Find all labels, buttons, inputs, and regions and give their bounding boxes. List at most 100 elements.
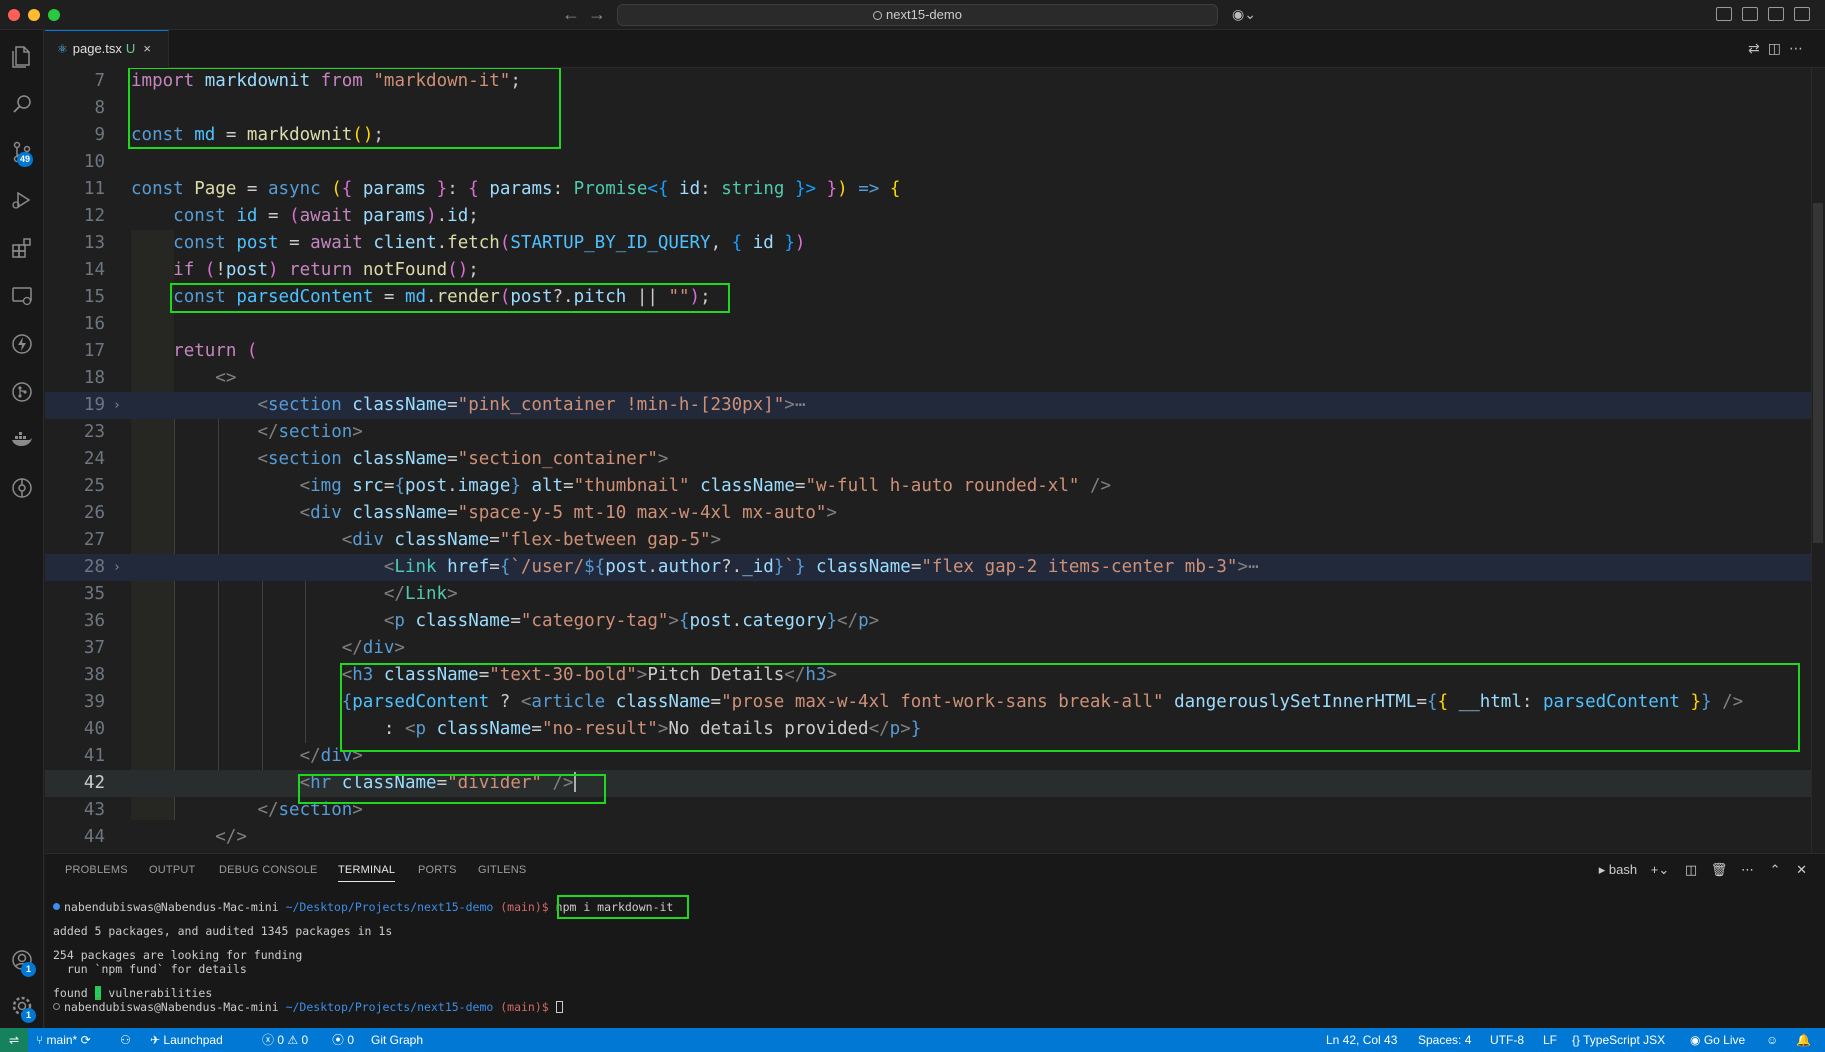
close-window-button[interactable] — [8, 9, 20, 21]
go-live-button[interactable]: ◉ Go Live — [1690, 1028, 1745, 1052]
code-line: 17 return ( — [45, 338, 1825, 365]
line-number: 12 — [83, 206, 105, 226]
split-terminal-icon[interactable]: ◫ — [1685, 862, 1697, 877]
code-line: 8 — [45, 95, 1825, 122]
ports-indicator[interactable]: ⦿ 0 — [332, 1028, 354, 1052]
copilot-icon[interactable]: ◉⌄ — [1232, 6, 1256, 23]
line-number: 36 — [83, 611, 105, 631]
go-live-label: Go Live — [1703, 1033, 1746, 1047]
prompt-status-dot — [53, 1003, 60, 1010]
code-editor[interactable]: 7 import markdownit from "markdown-it"; 8… — [45, 68, 1825, 853]
editor-scrollbar[interactable] — [1811, 68, 1825, 853]
maximize-window-button[interactable] — [48, 9, 60, 21]
tab-debug-console[interactable]: DEBUG CONSOLE — [219, 864, 318, 876]
arrow-left-icon[interactable]: ← — [562, 4, 580, 25]
code-line: 16 — [45, 311, 1825, 338]
ports-count: 0 — [347, 1033, 355, 1047]
line-number: 25 — [83, 476, 105, 496]
chevron-right-icon[interactable]: › — [113, 392, 121, 419]
live-share-icon[interactable]: ⚇ — [120, 1028, 131, 1052]
line-number: 19 — [83, 395, 105, 415]
tab-gitlens[interactable]: GITLENS — [478, 864, 526, 876]
prompt-user: nabendubiswas@Nabendus-Mac-mini — [64, 1000, 279, 1014]
code-line: 27 <div className="flex-between gap-5"> — [45, 527, 1825, 554]
line-number: 23 — [83, 422, 105, 442]
search-icon[interactable] — [10, 92, 34, 116]
maximize-panel-icon[interactable]: ⌃ — [1770, 862, 1781, 877]
thunder-client-icon[interactable] — [10, 332, 34, 356]
cursor-position[interactable]: Ln 42, Col 43 — [1326, 1028, 1397, 1052]
bell-icon[interactable]: 🔔 — [1796, 1028, 1811, 1052]
tab-page-tsx[interactable]: ⚛ page.tsx U × — [45, 30, 169, 68]
close-icon[interactable]: × — [143, 41, 151, 56]
split-editor-icon[interactable]: ◫ — [1768, 40, 1789, 56]
git-graph-icon[interactable] — [10, 476, 34, 500]
gitlens-icon[interactable] — [10, 380, 34, 404]
code-line: 12 const id = (await params).id; — [45, 203, 1825, 230]
open-changes-icon[interactable]: ⇄ — [1748, 40, 1768, 56]
close-panel-icon[interactable]: ✕ — [1796, 862, 1807, 877]
toggle-secondary-sidebar-icon[interactable] — [1768, 7, 1784, 21]
branch-name: main* — [46, 1033, 78, 1047]
tab-ports[interactable]: PORTS — [418, 864, 457, 876]
prompt-path: ~/Desktop/Projects/next15-demo — [285, 900, 494, 914]
line-number: 41 — [83, 746, 105, 766]
code-line: 10 — [45, 149, 1825, 176]
git-graph-button[interactable]: Git Graph — [371, 1028, 423, 1052]
more-actions-icon[interactable]: ⋯ — [1789, 40, 1811, 56]
terminal-output: found 0 vulnerabilities — [53, 986, 1753, 1000]
code-line: 43 </section> — [45, 797, 1825, 824]
terminal-output: run `npm fund` for details — [53, 962, 247, 976]
minimize-window-button[interactable] — [28, 9, 40, 21]
extensions-icon[interactable] — [10, 236, 34, 260]
language-mode[interactable]: {} TypeScript JSX — [1572, 1028, 1665, 1052]
tab-filename: page.tsx — [72, 41, 122, 56]
remote-explorer-icon[interactable] — [10, 284, 34, 308]
arrow-right-icon[interactable]: → — [588, 4, 606, 25]
code-line: 40 : <p className="no-result">No details… — [45, 716, 1825, 743]
command-status-dot — [53, 903, 60, 910]
prompt-branch: (main)$ — [500, 900, 549, 914]
customize-layout-icon[interactable] — [1794, 7, 1810, 21]
encoding[interactable]: UTF-8 — [1490, 1028, 1524, 1052]
tab-problems[interactable]: PROBLEMS — [65, 864, 128, 876]
code-line: 39 {parsedContent ? <article className="… — [45, 689, 1825, 716]
line-number: 18 — [83, 368, 105, 388]
code-line: 26 <div className="space-y-5 mt-10 max-w… — [45, 500, 1825, 527]
launchpad-label: Launchpad — [163, 1033, 223, 1047]
search-icon — [873, 11, 883, 20]
toggle-primary-sidebar-icon[interactable] — [1716, 7, 1732, 21]
copilot-status-icon[interactable]: ☺ — [1766, 1028, 1778, 1052]
tab-output[interactable]: OUTPUT — [149, 864, 195, 876]
radio-tower-icon: ⦿ — [332, 1033, 348, 1047]
trash-icon[interactable]: 🗑 — [1711, 862, 1728, 877]
terminal-prompt[interactable]: nabendubiswas@Nabendus-Mac-mini ~/Deskto… — [53, 1000, 1753, 1014]
warning-count: 0 — [301, 1033, 309, 1047]
terminal-output: 254 packages are looking for funding — [53, 948, 303, 962]
launchpad-button[interactable]: ✈ Launchpad — [150, 1028, 223, 1052]
indentation[interactable]: Spaces: 4 — [1418, 1028, 1471, 1052]
run-debug-icon[interactable] — [10, 188, 34, 212]
line-number: 14 — [83, 260, 105, 280]
docker-icon[interactable] — [10, 428, 34, 452]
line-number: 24 — [83, 449, 105, 469]
tab-terminal[interactable]: TERMINAL — [338, 864, 396, 882]
manage-badge: 1 — [21, 1008, 36, 1023]
remote-icon[interactable]: ⇌ — [0, 1028, 28, 1052]
broadcast-icon: ◉ — [1690, 1033, 1704, 1047]
title-bar: ← → next15-demo ◉⌄ — [0, 0, 1825, 30]
scrollbar-thumb[interactable] — [1813, 203, 1823, 543]
more-actions-icon[interactable]: ⋯ — [1741, 862, 1754, 877]
end-of-line[interactable]: LF — [1543, 1028, 1557, 1052]
problems-indicator[interactable]: ⓧ 0 ⚠ 0 — [262, 1028, 308, 1052]
chevron-right-icon[interactable]: › — [113, 554, 121, 581]
code-line: 23 </section> — [45, 419, 1825, 446]
terminal-output: added 5 packages, and audited 1345 packa… — [53, 924, 393, 938]
shell-name[interactable]: bash — [1609, 862, 1637, 877]
command-center[interactable]: next15-demo — [617, 4, 1218, 26]
explorer-icon[interactable] — [10, 44, 34, 68]
chevron-down-icon[interactable]: ⌄ — [1658, 862, 1669, 877]
command-center-label: next15-demo — [886, 7, 962, 22]
branch-indicator[interactable]: ⑂ main* ⟳ — [36, 1028, 91, 1052]
toggle-panel-icon[interactable] — [1742, 7, 1758, 21]
